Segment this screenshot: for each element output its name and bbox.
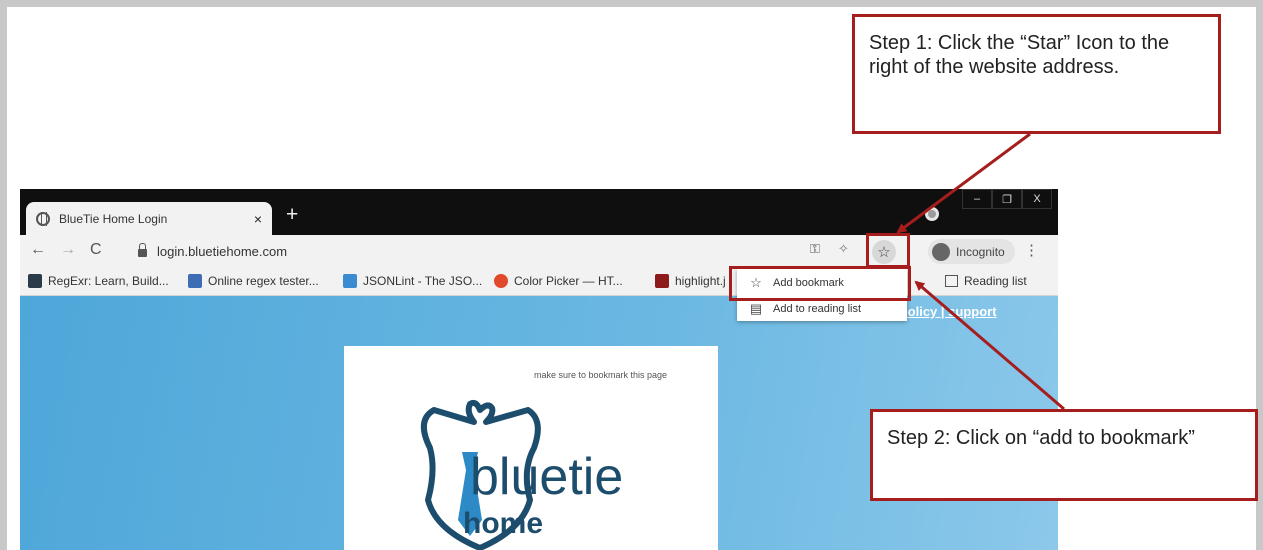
tab-title: BlueTie Home Login [59, 211, 168, 226]
color-picker-favicon [494, 274, 508, 288]
url-text: login.bluetiehome.com [157, 243, 288, 259]
incognito-badge[interactable]: Incognito [928, 239, 1015, 264]
add-bookmark-highlight-box [729, 266, 911, 301]
globe-icon [36, 211, 50, 226]
regex-tester-favicon [188, 274, 202, 288]
highlight-favicon [655, 274, 669, 288]
reading-list-icon [945, 275, 958, 287]
profile-icon[interactable] [925, 207, 939, 221]
reading-list-button[interactable]: Reading list [945, 274, 1027, 288]
callout-step-1: Step 1: Click the “Star” Icon to the rig… [852, 14, 1221, 134]
bookmark-jsonlint[interactable]: JSONLint - The JSO... [343, 274, 482, 288]
callout-step-1-text: Step 1: Click the “Star” Icon to the rig… [869, 32, 1170, 78]
logo-subtext: home [463, 507, 544, 540]
reading-list-label: Reading list [964, 274, 1027, 288]
add-reading-list-label: Add to reading list [773, 303, 862, 315]
callout-step-2-text: Step 2: Click on “add to bookmark” [887, 427, 1195, 449]
logo-wordmark: bluetie [470, 448, 624, 506]
bookmark-label: highlight.j [675, 274, 726, 288]
reload-icon[interactable]: C [90, 241, 102, 259]
bookmark-color-picker[interactable]: Color Picker — HT... [494, 274, 623, 288]
bookmark-label: Color Picker — HT... [514, 274, 623, 288]
close-tab-icon[interactable]: × [254, 211, 262, 227]
minimize-button[interactable]: – [962, 189, 992, 209]
close-window-button[interactable]: X [1022, 189, 1052, 209]
bookmark-regex-tester[interactable]: Online regex tester... [188, 274, 319, 288]
incognito-label: Incognito [956, 244, 1005, 259]
forward-arrow-icon[interactable]: → [60, 241, 76, 259]
back-arrow-icon[interactable]: ← [30, 241, 46, 259]
regexr-favicon [28, 274, 42, 288]
callout-step-2: Step 2: Click on “add to bookmark” [870, 409, 1258, 501]
bookmark-label: RegExr: Learn, Build... [48, 274, 169, 288]
incognito-icon [932, 242, 950, 261]
tab-bluetie-login[interactable]: BlueTie Home Login × [26, 202, 272, 235]
maximize-button[interactable]: ❐ [992, 189, 1022, 209]
new-tab-button[interactable]: + [286, 203, 298, 227]
reading-list-icon: ▤ [749, 301, 763, 316]
key-icon[interactable]: ⚿ [810, 241, 820, 257]
jsonlint-favicon [343, 274, 357, 288]
menu-kebab-icon[interactable]: ⋮ [1024, 241, 1039, 259]
bookmark-label: JSONLint - The JSO... [363, 274, 483, 288]
bookmark-highlight[interactable]: highlight.j [655, 274, 726, 288]
extension-icon[interactable]: ✧ [838, 241, 849, 257]
bookmark-regexr[interactable]: RegExr: Learn, Build... [28, 274, 169, 288]
bookmark-label: Online regex tester... [208, 274, 319, 288]
star-highlight-box [866, 233, 910, 268]
lock-icon[interactable] [138, 243, 147, 257]
window-controls: – ❐ X [962, 189, 1052, 209]
title-bar: BlueTie Home Login × + – ❐ X [20, 189, 1058, 235]
bookmark-note: make sure to bookmark this page [534, 370, 668, 380]
